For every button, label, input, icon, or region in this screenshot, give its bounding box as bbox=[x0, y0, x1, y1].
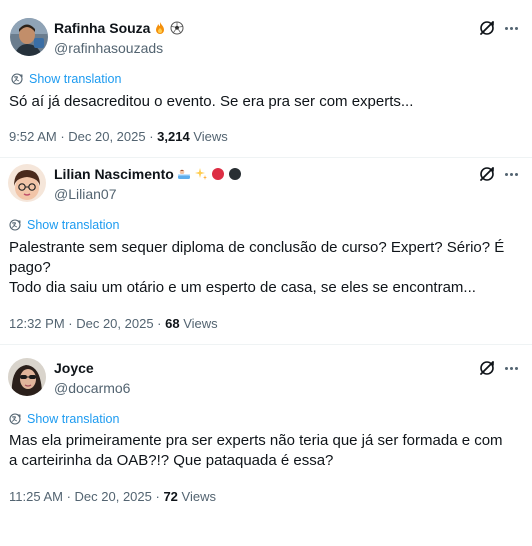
tweet-rafinha[interactable]: Rafinha Souza @rafinhasouzads Show trans… bbox=[0, 0, 532, 158]
tweet-date[interactable]: Dec 20, 2025 bbox=[75, 489, 152, 504]
views-label: Views bbox=[181, 489, 216, 504]
red-circle-emoji bbox=[211, 167, 225, 181]
globe-translate-icon bbox=[9, 413, 21, 425]
globe-translate-icon bbox=[11, 73, 23, 85]
grok-icon[interactable] bbox=[478, 359, 496, 377]
tweet-date[interactable]: Dec 20, 2025 bbox=[76, 316, 153, 331]
handle[interactable]: @rafinhasouzads bbox=[54, 40, 163, 56]
author-name-row: Rafinha Souza bbox=[54, 20, 184, 36]
tweet-meta: 9:52 AM · Dec 20, 2025 · 3,214 Views bbox=[9, 129, 228, 144]
tweet-meta: 11:25 AM · Dec 20, 2025 · 72 Views bbox=[9, 489, 216, 504]
fire-emoji bbox=[153, 21, 167, 35]
show-translation-link[interactable]: Show translation bbox=[11, 72, 121, 86]
more-options-icon[interactable] bbox=[501, 165, 521, 183]
display-name[interactable]: Lilian Nascimento bbox=[54, 166, 174, 182]
show-translation-label: Show translation bbox=[27, 218, 120, 232]
tweet-time[interactable]: 11:25 AM bbox=[9, 489, 63, 504]
handle[interactable]: @docarmo6 bbox=[54, 380, 130, 396]
handle[interactable]: @Lilian07 bbox=[54, 186, 116, 202]
display-name[interactable]: Joyce bbox=[54, 360, 94, 376]
views-count: 68 bbox=[165, 316, 180, 331]
more-options-icon[interactable] bbox=[501, 359, 521, 377]
show-translation-link[interactable]: Show translation bbox=[9, 412, 119, 426]
avatar[interactable] bbox=[8, 358, 46, 396]
author-name-row: Joyce bbox=[54, 360, 94, 376]
sparkles-emoji bbox=[194, 167, 208, 181]
tweet-time[interactable]: 9:52 AM bbox=[9, 129, 57, 144]
avatar[interactable] bbox=[10, 18, 48, 56]
show-translation-label: Show translation bbox=[27, 412, 120, 426]
tweet-date[interactable]: Dec 20, 2025 bbox=[68, 129, 145, 144]
soccer-ball-emoji bbox=[170, 21, 184, 35]
show-translation-label: Show translation bbox=[29, 72, 122, 86]
avatar[interactable] bbox=[8, 164, 46, 202]
tweet-time[interactable]: 12:32 PM bbox=[9, 316, 65, 331]
tweet-text: Palestrante sem sequer diploma de conclu… bbox=[9, 239, 505, 296]
reply-feed: Rafinha Souza @rafinhasouzads Show trans… bbox=[0, 0, 532, 546]
author-name-row: Lilian Nascimento bbox=[54, 166, 242, 182]
black-circle-emoji bbox=[228, 167, 242, 181]
tweet-text: Só aí já desacreditou o evento. Se era p… bbox=[9, 93, 414, 110]
person-in-bathtub-emoji bbox=[177, 167, 191, 181]
views-count: 3,214 bbox=[157, 129, 190, 144]
views-label: Views bbox=[193, 129, 228, 144]
tweet-lilian[interactable]: Lilian Nascimento @Lilian07 Show transla… bbox=[0, 158, 532, 344]
tweet-text: Mas ela primeiramente pra ser experts nã… bbox=[9, 432, 503, 469]
tweet-meta: 12:32 PM · Dec 20, 2025 · 68 Views bbox=[9, 316, 218, 331]
grok-icon[interactable] bbox=[478, 165, 496, 183]
show-translation-link[interactable]: Show translation bbox=[9, 218, 119, 232]
views-count: 72 bbox=[163, 489, 178, 504]
tweet-joyce[interactable]: Joyce @docarmo6 Show translation Mas ela… bbox=[0, 344, 532, 546]
grok-icon[interactable] bbox=[478, 19, 496, 37]
more-options-icon[interactable] bbox=[501, 19, 521, 37]
views-label: Views bbox=[183, 316, 218, 331]
display-name[interactable]: Rafinha Souza bbox=[54, 20, 150, 36]
globe-translate-icon bbox=[9, 219, 21, 231]
